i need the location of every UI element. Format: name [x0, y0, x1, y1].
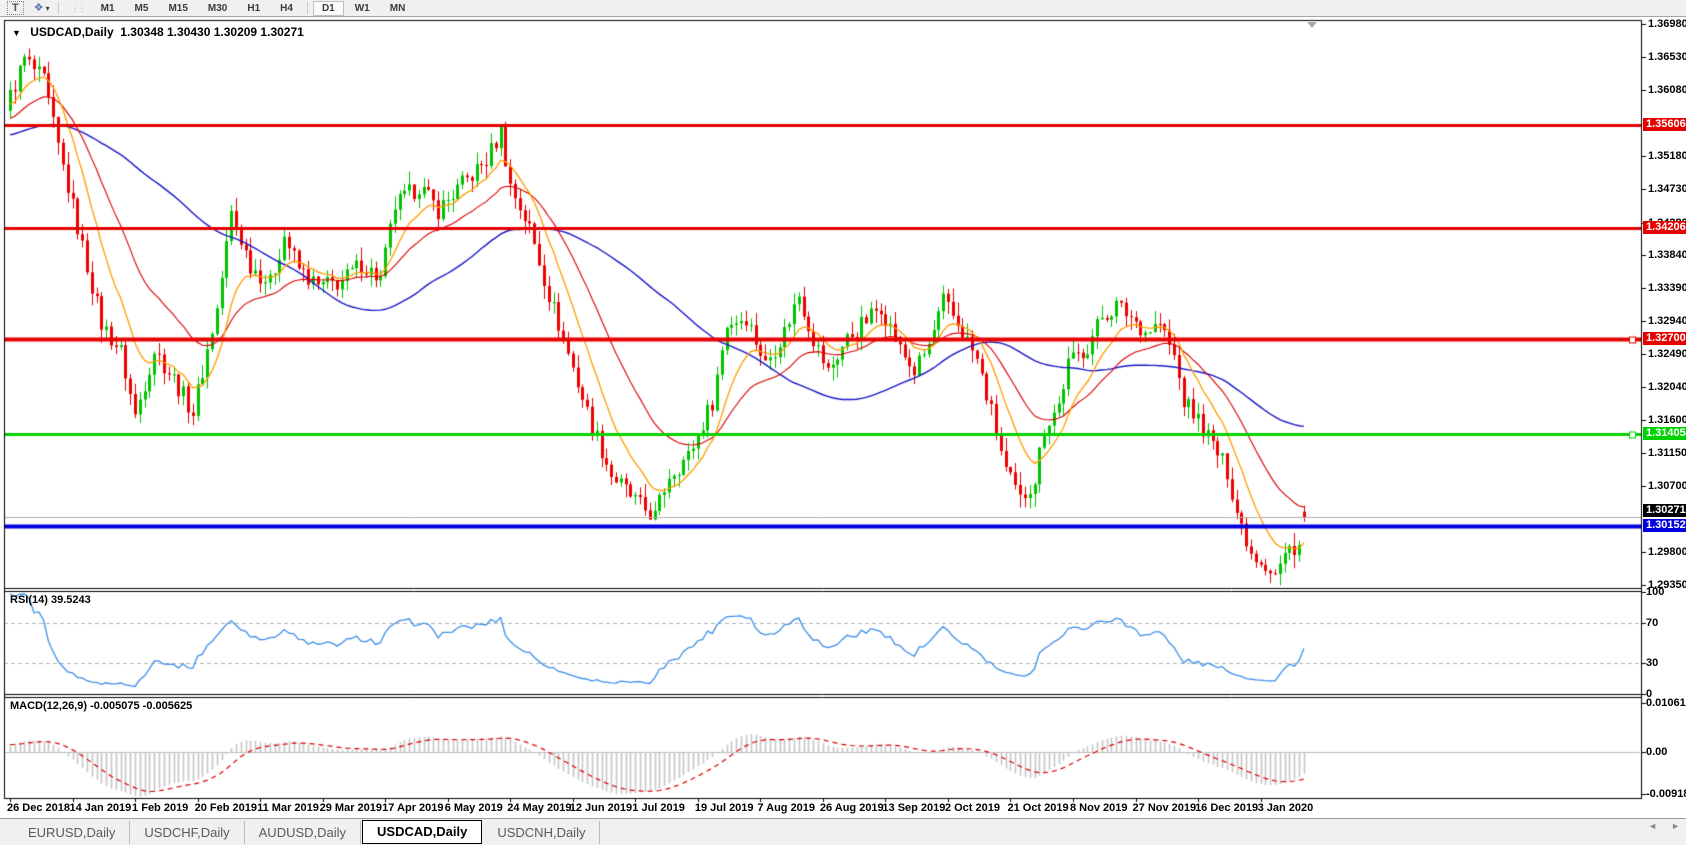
text-tool-button[interactable]: T — [7, 1, 24, 15]
chart-shift-marker[interactable] — [1307, 22, 1317, 28]
price-axis[interactable] — [1642, 17, 1686, 798]
timeframe-button-D1[interactable]: D1 — [312, 0, 344, 16]
timeframe-button-MN[interactable]: MN — [381, 1, 415, 16]
timeframe-button-M1[interactable]: M1 — [92, 1, 124, 16]
tab-eurusd[interactable]: EURUSD,Daily — [14, 820, 131, 844]
toolbar-separator — [306, 2, 308, 14]
timeframe-button-W1[interactable]: W1 — [346, 1, 379, 16]
tab-scroll-left-icon[interactable]: ◄ — [1648, 821, 1657, 831]
toolbar-grip-icon: ⋮⋮ — [70, 2, 87, 13]
timeframe-button-M5[interactable]: M5 — [126, 1, 158, 16]
timeframe-buttons: M1 M5 M15 M30 H1 H4 D1 W1 MN — [91, 0, 416, 16]
mt4-chart-window: ▼ USDCAD,Daily 1.30348 1.30430 1.30209 1… — [0, 0, 1686, 845]
tab-usdcnh[interactable]: USDCNH,Daily — [483, 820, 601, 844]
timeframe-button-H1[interactable]: H1 — [238, 1, 269, 16]
toolbar-separator — [57, 2, 59, 14]
styles-dropdown-caret[interactable]: ▾ — [46, 4, 50, 13]
top-toolbar: T ❖ ▾ ⋮⋮ M1 M5 M15 M30 H1 H4 D1 W1 MN — [0, 0, 1686, 17]
tab-audusd[interactable]: AUDUSD,Daily — [245, 820, 362, 844]
chart-styles-icon[interactable]: ❖ — [34, 2, 44, 14]
tab-scroll-arrows: ◄ ► — [1648, 821, 1680, 831]
tab-usdcad[interactable]: USDCAD,Daily — [362, 820, 483, 844]
chart-tab-bar: EURUSD,Daily USDCHF,Daily AUDUSD,Daily USDC… — [0, 818, 1686, 845]
price-chart-canvas[interactable] — [0, 0, 1686, 845]
timeframe-button-M30[interactable]: M30 — [199, 1, 236, 16]
tab-scroll-right-icon[interactable]: ► — [1671, 821, 1680, 831]
date-axis[interactable] — [4, 799, 1641, 818]
timeframe-button-M15[interactable]: M15 — [159, 1, 196, 16]
timeframe-button-H4[interactable]: H4 — [271, 1, 302, 16]
tab-usdchf[interactable]: USDCHF,Daily — [130, 820, 245, 844]
